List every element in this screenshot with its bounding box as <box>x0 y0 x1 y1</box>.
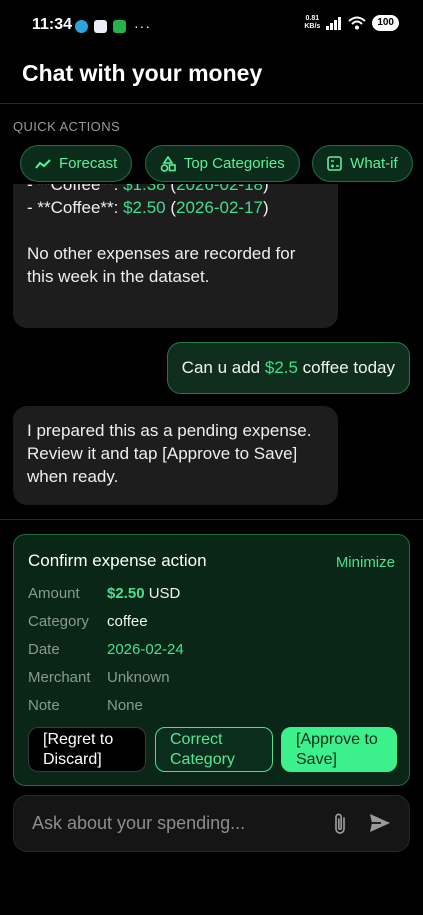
shapes-icon <box>160 155 176 172</box>
quick-actions-row[interactable]: Forecast Top Categories What-if <box>20 145 423 183</box>
mail-app-icon <box>94 19 107 33</box>
approve-button[interactable]: [Approve to Save] <box>281 727 397 772</box>
composer <box>13 795 410 852</box>
status-indicators: 0.81 KB/s 100 <box>304 15 399 31</box>
network-speed-value: 0.81 <box>305 15 320 22</box>
correct-category-button[interactable]: Correct Category <box>155 727 273 772</box>
forecast-chip[interactable]: Forecast <box>20 145 133 182</box>
signal-icon <box>326 16 342 30</box>
header-divider <box>0 103 423 104</box>
send-icon[interactable] <box>369 813 391 833</box>
expense-line: - **Coffee**: $2.50 (2026-02-17) <box>27 198 269 217</box>
attach-icon[interactable] <box>333 812 347 836</box>
chat-history[interactable]: - **Coffee**: $1.38 (2026-02-18) - **Cof… <box>0 184 423 518</box>
date-value: 2026-02-24 <box>107 641 184 658</box>
message-input[interactable] <box>32 796 322 851</box>
status-notification-icons: ··· <box>75 18 151 34</box>
wifi-icon <box>348 16 366 30</box>
assistant-message: I prepared this as a pending expense. Re… <box>13 406 338 505</box>
quick-actions-label: QUICK ACTIONS <box>13 119 121 134</box>
assistant-message-note: No other expenses are recorded for this … <box>27 244 296 286</box>
amount-label: Amount <box>28 585 80 602</box>
assistant-message-text: I prepared this as a pending expense. Re… <box>27 421 312 486</box>
currency-value: USD <box>148 585 181 602</box>
user-message: Can u add $2.5 coffee today <box>166 342 410 394</box>
telegram-icon <box>75 19 88 33</box>
minimize-button[interactable]: Minimize <box>336 554 395 571</box>
date-label: Date <box>28 641 60 658</box>
status-time: 11:34 <box>32 16 73 33</box>
network-speed-unit: KB/s <box>304 23 321 30</box>
confirm-expense-card: Confirm expense action Minimize Amount $… <box>13 534 410 786</box>
what-if-chip[interactable]: What-if <box>312 145 413 182</box>
category-label: Category <box>28 613 89 630</box>
top-categories-chip-label: Top Categories <box>183 155 285 172</box>
forecast-chip-label: Forecast <box>59 155 118 172</box>
chat-divider <box>0 519 423 520</box>
calculator-icon <box>327 156 342 171</box>
more-notifications-icon: ··· <box>134 18 151 34</box>
battery-icon: 100 <box>372 15 399 31</box>
note-value: None <box>107 697 143 714</box>
expense-line: - **Coffee**: $1.38 (2026-02-18) <box>27 184 269 194</box>
top-categories-chip[interactable]: Top Categories <box>144 145 300 182</box>
note-label: Note <box>28 697 60 714</box>
merchant-label: Merchant <box>28 669 91 686</box>
assistant-message: - **Coffee**: $1.38 (2026-02-18) - **Cof… <box>13 184 338 328</box>
card-title: Confirm expense action <box>28 551 207 570</box>
what-if-chip-label: What-if <box>350 155 398 172</box>
page-title: Chat with your money <box>22 60 263 86</box>
status-bar: 11:34 ··· 0.81 KB/s 100 <box>0 0 423 50</box>
network-speed: 0.81 KB/s <box>304 15 320 31</box>
category-value: coffee <box>107 613 148 630</box>
trend-line-icon <box>35 158 51 169</box>
discard-button[interactable]: [Regret to Discard] <box>28 727 146 772</box>
merchant-value: Unknown <box>107 669 170 686</box>
amount-value: $2.50 <box>107 585 145 602</box>
green-app-icon <box>113 19 126 33</box>
